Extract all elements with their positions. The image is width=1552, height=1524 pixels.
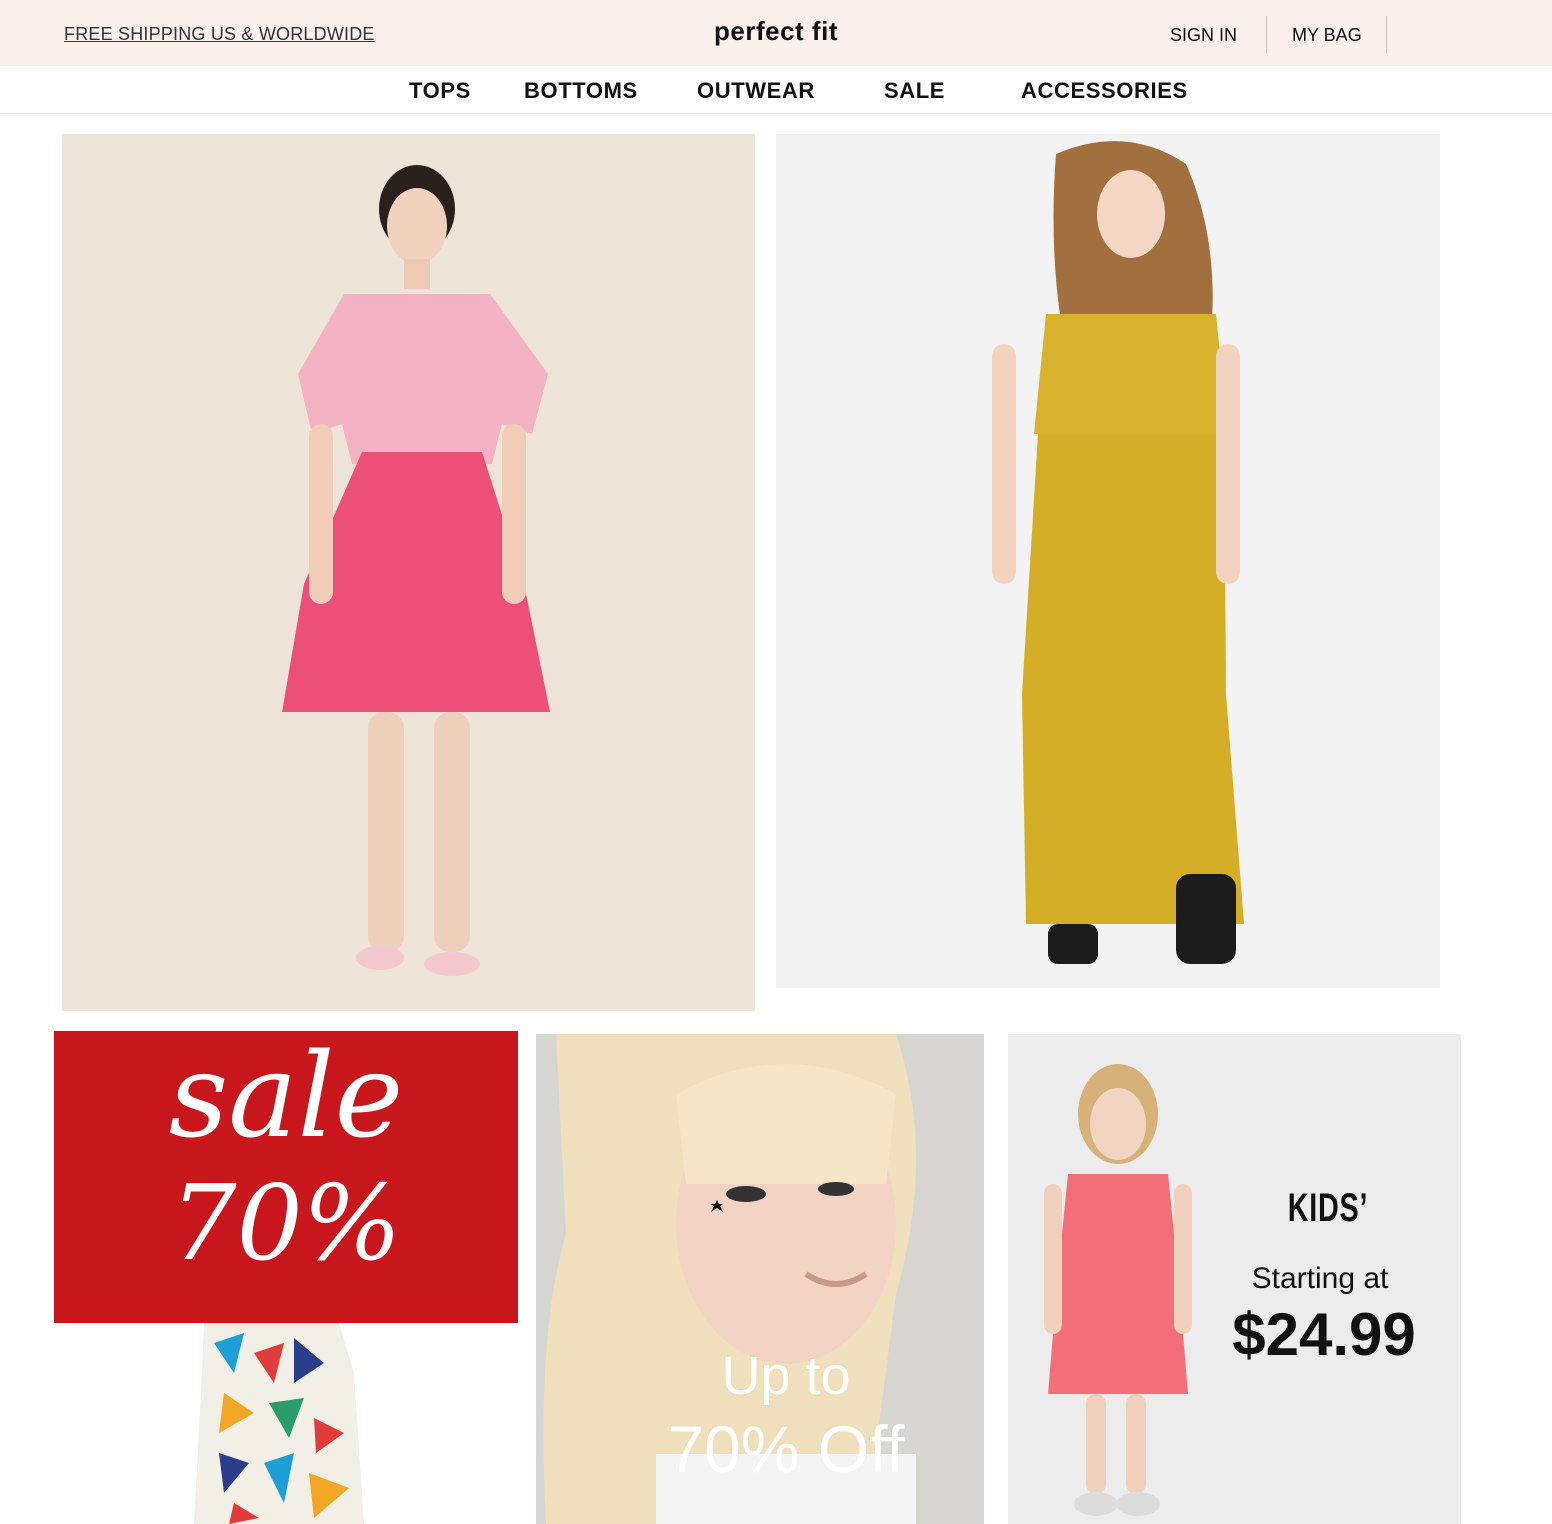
nav-item-bottoms[interactable]: BOTTOMS [524,78,638,104]
kids-subtitle: Starting at [1251,1262,1389,1295]
kids-price: $24.99 [1232,1301,1416,1368]
model-pink-dress-photo [62,134,755,1011]
promo-tile[interactable]: Up to 70% Off [536,1034,984,1524]
main-nav: TOPS BOTTOMS OUTWEAR SALE ACCESSORIES [0,66,1552,114]
hero-tile-pink-dress[interactable] [62,134,755,1011]
promo-line-1: Up to [721,1346,851,1406]
divider [1266,16,1267,54]
top-bar: FREE SHIPPING US & WORLDWIDE perfect fit… [0,0,1552,66]
geometric-dress-tile[interactable] [54,1323,518,1524]
nav-item-outwear[interactable]: OUTWEAR [697,78,815,104]
sign-in-link[interactable]: SIGN IN [1170,16,1237,54]
kids-tile[interactable]: KIDS’ Starting at $24.99 [1008,1034,1461,1524]
promo-line-2: 70% Off [667,1412,905,1486]
model-yellow-dress-photo [776,134,1440,988]
hero-tile-yellow-dress[interactable] [776,134,1440,988]
kids-title: KIDS’ [1287,1186,1369,1230]
nav-item-accessories[interactable]: ACCESSORIES [1021,78,1188,104]
geometric-dress-photo [54,1323,518,1524]
nav-item-tops[interactable]: TOPS [409,78,471,104]
sale-word: sale [168,1031,404,1164]
nav-item-sale[interactable]: SALE [884,78,945,104]
divider [1386,16,1387,54]
sale-banner[interactable]: sale 70% [54,1031,518,1323]
my-bag-link[interactable]: MY BAG [1292,16,1362,54]
sale-percent: 70% [170,1162,402,1284]
